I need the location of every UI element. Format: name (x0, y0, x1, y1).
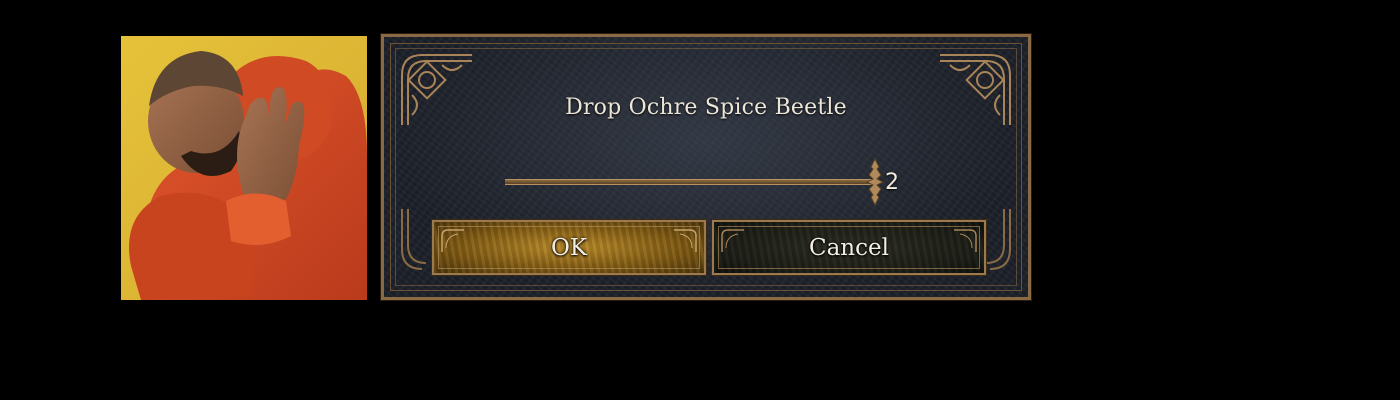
dialog-title: Drop Ochre Spice Beetle (565, 95, 847, 120)
celtic-knot-ornament-icon (401, 54, 472, 125)
reaction-image (121, 36, 367, 300)
quantity-slider-thumb[interactable] (864, 157, 886, 207)
quantity-slider-fill (505, 180, 875, 184)
quantity-slider-track[interactable] (505, 179, 875, 185)
button-corner-ornament-icon (441, 229, 464, 252)
celtic-knot-ornament-icon (940, 54, 1011, 125)
drop-item-dialog: Drop Ochre Spice Beetle 2 OK Cancel (380, 33, 1032, 301)
cancel-button-label: Cancel (809, 234, 889, 261)
screen: Drop Ochre Spice Beetle 2 OK Cancel (0, 0, 1400, 400)
person-refusing-gesture-image (129, 51, 367, 300)
button-corner-ornament-icon (674, 229, 697, 252)
button-corner-ornament-icon (954, 229, 977, 252)
ok-button-label: OK (550, 234, 588, 261)
cancel-button[interactable]: Cancel (711, 219, 987, 276)
button-corner-ornament-icon (721, 229, 744, 252)
quantity-value: 2 (885, 170, 899, 195)
ok-button[interactable]: OK (431, 219, 707, 276)
